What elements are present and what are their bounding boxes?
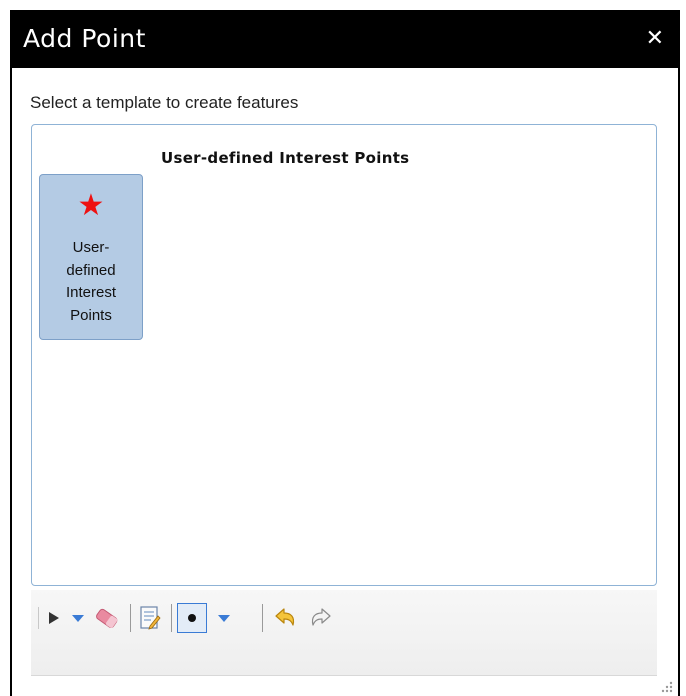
- eraser-icon: [96, 608, 118, 628]
- toolbar-separator: [262, 604, 263, 632]
- template-user-defined-interest-points[interactable]: ★ User- defined Interest Points: [39, 174, 143, 340]
- delete-tool[interactable]: [93, 604, 121, 632]
- chevron-down-icon: [218, 614, 230, 622]
- template-label: User- defined Interest Points: [44, 237, 138, 327]
- dialog-titlebar[interactable]: Add Point ✕: [12, 12, 678, 68]
- add-point-dialog: Add Point ✕ Select a template to create …: [10, 10, 680, 696]
- star-icon: ★: [77, 189, 105, 222]
- template-label-line: Points: [70, 306, 112, 324]
- chevron-down-icon: [72, 614, 84, 622]
- instruction-text: Select a template to create features: [30, 93, 299, 112]
- point-options-dropdown[interactable]: [215, 607, 233, 629]
- template-label-line: Interest: [65, 284, 117, 301]
- redo-icon: [311, 608, 331, 626]
- close-icon[interactable]: ✕: [646, 26, 664, 51]
- template-label-line: User-: [72, 239, 110, 256]
- redo-button[interactable]: [307, 604, 335, 632]
- toolbar-edge: [38, 607, 39, 629]
- resize-grip-icon[interactable]: [660, 680, 674, 694]
- template-group-heading: User-defined Interest Points: [161, 149, 410, 167]
- undo-button[interactable]: [271, 604, 299, 632]
- arrow-cursor-icon: [49, 612, 59, 624]
- template-label-line: defined: [66, 261, 116, 279]
- point-tool[interactable]: [177, 603, 207, 633]
- template-picker: User-defined Interest Points ★ User- def…: [31, 124, 657, 586]
- edit-document-icon: [140, 606, 161, 630]
- editing-toolbar: [31, 590, 657, 676]
- select-tool[interactable]: [45, 607, 63, 629]
- dialog-title: Add Point: [23, 24, 146, 53]
- toolbar-separator: [171, 604, 172, 632]
- undo-icon: [275, 608, 295, 626]
- attributes-tool[interactable]: [137, 603, 163, 633]
- toolbar-separator: [130, 604, 131, 632]
- select-options-dropdown[interactable]: [69, 607, 87, 629]
- point-icon: [188, 614, 196, 622]
